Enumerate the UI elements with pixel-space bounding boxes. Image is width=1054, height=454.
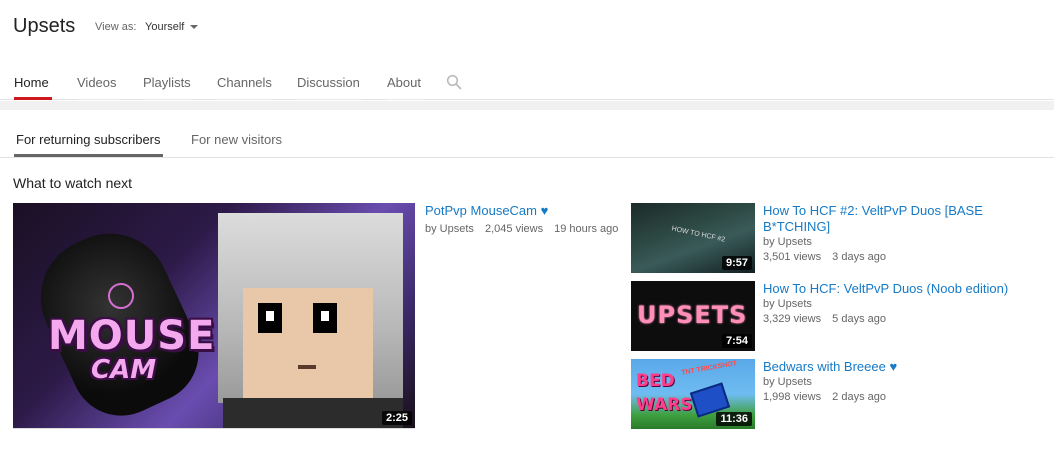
video-views: 3,329 views — [763, 313, 822, 325]
video-duration: 2:25 — [381, 411, 412, 425]
video-title[interactable]: How To HCF: VeltPvP Duos (Noob edition) — [763, 281, 1033, 297]
video-info: Bedwars with Breeee ♥ by Upsets 1,998 vi… — [763, 359, 1033, 405]
video-age: 3 days ago — [832, 251, 886, 263]
subtab-returning-subscribers[interactable]: For returning subscribers — [14, 132, 162, 157]
video-views: 1,998 views — [763, 391, 822, 403]
audience-subtabs: For returning subscribers For new visito… — [0, 110, 1054, 158]
channel-header: Upsets View as: Yourself Home Videos Pla… — [0, 0, 1054, 100]
thumbnail-text: BED — [636, 371, 675, 391]
thumbnail-text: TNT TRICKSHOT — [680, 360, 738, 377]
video-info: How To HCF: VeltPvP Duos (Noob edition) … — [763, 281, 1033, 327]
list-item: UPSETS 7:54 How To HCF: VeltPvP Duos (No… — [631, 281, 1051, 351]
video-author[interactable]: by Upsets — [763, 297, 1033, 312]
channel-tabs: Home Videos Playlists Channels Discussio… — [0, 64, 425, 100]
tab-channels[interactable]: Channels — [217, 64, 273, 100]
tab-videos[interactable]: Videos — [77, 64, 119, 100]
thumbnail-text: CAM — [91, 355, 157, 385]
channel-title[interactable]: Upsets — [13, 15, 75, 38]
view-as-label: View as: — [95, 21, 137, 33]
video-author[interactable]: by Upsets — [763, 235, 1033, 250]
character-eye-icon — [258, 303, 282, 333]
video-title[interactable]: Bedwars with Breeee ♥ — [763, 359, 1033, 375]
video-views: 3,501 views — [763, 251, 822, 263]
character-eye-icon — [313, 303, 337, 333]
caret-down-icon — [190, 25, 199, 29]
tab-home[interactable]: Home — [14, 64, 52, 100]
character-mouth — [298, 365, 316, 369]
featured-video-meta: by Upsets 2,045 views 19 hours ago — [425, 222, 620, 237]
video-duration: 7:54 — [721, 334, 752, 348]
video-duration: 11:36 — [716, 412, 752, 426]
video-age: 2 days ago — [832, 391, 886, 403]
character-body — [223, 398, 403, 428]
section-title: What to watch next — [13, 175, 133, 191]
video-age: 5 days ago — [832, 313, 886, 325]
section-separator — [0, 101, 1054, 110]
video-author[interactable]: by Upsets — [763, 375, 1033, 390]
thumbnail-text: UPSETS — [637, 301, 748, 329]
video-age: 19 hours ago — [554, 223, 619, 235]
video-views: 2,045 views — [484, 223, 544, 235]
featured-video-title[interactable]: PotPvp MouseCam ♥ — [425, 203, 620, 219]
video-title[interactable]: How To HCF #2: VeltPvP Duos [BASE B*TCHI… — [763, 203, 1033, 235]
tab-about[interactable]: About — [387, 64, 425, 100]
video-thumbnail[interactable]: UPSETS 7:54 — [631, 281, 755, 351]
video-author[interactable]: by Upsets — [425, 223, 474, 235]
list-item: TNT TRICKSHOT BED WARS 11:36 Bedwars wit… — [631, 359, 1051, 429]
video-stats: 3,329 views 5 days ago — [763, 312, 1033, 327]
featured-video-info: PotPvp MouseCam ♥ by Upsets 2,045 views … — [425, 203, 620, 237]
list-item: HOW TO HCF #2 9:57 How To HCF #2: VeltPv… — [631, 203, 1051, 273]
view-as-value: Yourself — [145, 21, 185, 33]
tab-discussion[interactable]: Discussion — [297, 64, 363, 100]
tab-playlists[interactable]: Playlists — [143, 64, 193, 100]
thumbnail-text: WARS — [636, 395, 693, 415]
thumbnail-text: HOW TO HCF #2 — [670, 225, 726, 244]
search-icon[interactable] — [446, 74, 462, 90]
video-thumbnail[interactable]: TNT TRICKSHOT BED WARS 11:36 — [631, 359, 755, 429]
video-thumbnail[interactable]: HOW TO HCF #2 9:57 — [631, 203, 755, 273]
video-stats: 3,501 views 3 days ago — [763, 250, 1033, 265]
razer-logo-icon — [108, 283, 134, 309]
featured-video-thumbnail[interactable]: MOUSE CAM 2:25 — [13, 203, 415, 429]
subtab-new-visitors[interactable]: For new visitors — [191, 132, 282, 157]
view-as-dropdown[interactable]: Yourself — [145, 21, 199, 33]
video-stats: 1,998 views 2 days ago — [763, 390, 1033, 405]
video-info: How To HCF #2: VeltPvP Duos [BASE B*TCHI… — [763, 203, 1033, 265]
video-duration: 9:57 — [721, 256, 752, 270]
thumbnail-text: MOUSE — [48, 313, 216, 359]
